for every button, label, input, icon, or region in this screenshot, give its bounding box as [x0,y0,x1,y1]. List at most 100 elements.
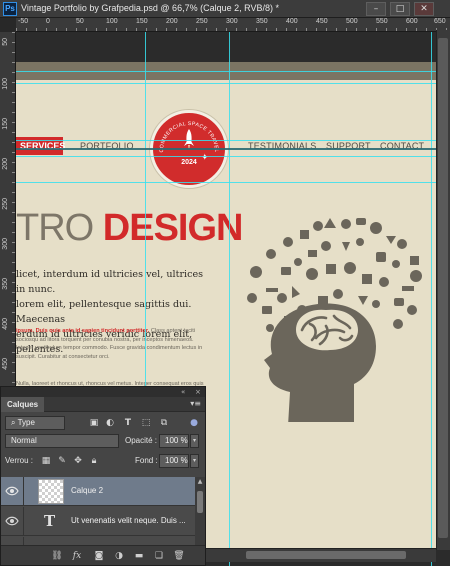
layers-list: Calque 2 T Ut venenatis velit neque. Dui… [1,477,195,545]
visibility-eye-icon[interactable] [5,515,19,527]
collapse-panel-button[interactable]: « [181,387,185,397]
filter-pixel-icon[interactable]: ▣ [89,418,99,428]
layer-row-text[interactable]: T Ut venenatis velit neque. Duis ... [1,507,195,536]
guide-vertical[interactable] [431,32,432,566]
group-folder-icon[interactable]: ▬ [133,550,145,562]
lock-label: Verrou : [5,456,34,465]
ruler-label: 50 [2,38,9,46]
guide-horizontal[interactable] [16,156,450,157]
ruler-label: 100 [2,78,9,90]
fill-label: Fond : [135,456,158,465]
layer-row-text-2[interactable]: T ... [1,537,195,545]
layer-thumbnail [38,479,64,504]
filter-smart-object-icon[interactable]: ⧉ [159,418,169,428]
filter-adjustment-icon[interactable]: ◐ [105,418,115,428]
hero-heading: TRO DESIGN [16,207,244,250]
guide-horizontal[interactable] [16,71,450,72]
lock-position-icon[interactable]: ✥ [73,456,83,466]
horizontal-scroll-thumb[interactable] [246,551,406,559]
new-layer-icon[interactable]: ❏ [153,550,165,562]
guide-horizontal[interactable] [16,182,450,183]
filter-toggle-icon[interactable]: ● [189,418,199,428]
head-silhouette-illustration [247,218,422,422]
horizontal-ruler[interactable]: -50 0 50 100 150 200 250 300 350 400 450… [16,18,450,32]
ruler-label: -50 [18,18,29,25]
vertical-scroll-thumb[interactable] [438,38,448,538]
opacity-label: Opacité : [125,436,158,445]
layers-bottom-toolbar: ⛓ fx ◙ ◑ ▬ ❏ 🗑︎ [1,545,205,565]
panel-tab-bar: Calques ▾≡ [1,397,205,412]
guide-vertical[interactable] [229,32,230,566]
fx-icon[interactable]: fx [71,550,83,562]
ruler-label: 0 [46,18,50,25]
lock-image-icon[interactable]: ✎ [57,456,67,466]
panel-menu-icon[interactable]: ▾≡ [190,399,201,408]
ruler-label: 450 [2,358,9,370]
scroll-up-arrow-icon[interactable]: ▲ [196,478,204,486]
tab-layers[interactable]: Calques [1,397,45,412]
minimize-button[interactable]: – [366,2,386,16]
document-tab-title[interactable]: Vintage Portfolio by Grafpedia.psd @ 66,… [21,3,279,13]
filter-row: ⌕ Type ▣ ◐ T ⬚ ⧉ ● [1,415,205,431]
guide-horizontal[interactable] [16,140,450,141]
fill-dropdown-button[interactable]: ▾ [190,454,199,468]
sparkle-icon: ✦ [201,153,209,163]
lock-all-icon[interactable]: 🔒︎ [89,456,99,466]
opacity-dropdown-button[interactable]: ▾ [190,434,199,448]
lock-transparency-icon[interactable]: ▦ [41,456,51,466]
ruler-label: 650 [434,18,446,25]
ruler-label: 300 [2,238,9,250]
intro-line: licet, interdum id ultricies vel, ultric… [16,269,204,295]
guide-horizontal[interactable] [16,83,450,84]
filter-shape-icon[interactable]: ⬚ [141,418,151,428]
trash-icon[interactable]: 🗑︎ [173,550,185,562]
badge-year: 2024 [181,159,197,166]
blend-mode-value: Normal [11,436,37,445]
ruler-label: 350 [2,278,9,290]
ruler-label: 200 [2,158,9,170]
layer-row-calque-2[interactable]: Calque 2 [1,477,195,506]
layers-panel: « × Calques ▾≡ ⌕ Type ▣ ◐ T ⬚ ⧉ ● Normal… [0,386,206,566]
body-highlight: ipsum. Duis quis ante id sapien tincidun… [16,328,150,334]
body-paragraph-1: ipsum. Duis quis ante id sapien tincidun… [16,327,206,361]
ruler-label: 200 [166,18,178,25]
hero-heading-bold: DESIGN [102,207,244,249]
panel-header-strip: « × [1,387,205,397]
hero-heading-light: TRO [16,207,103,249]
ruler-label: 550 [376,18,388,25]
layer-filter-select[interactable]: ⌕ Type [5,416,65,430]
layer-name[interactable]: Ut venenatis velit neque. Duis ... [71,516,186,525]
ruler-label: 350 [256,18,268,25]
guide-horizontal[interactable] [16,148,450,150]
ruler-label: 100 [106,18,118,25]
layers-scroll-thumb[interactable] [197,491,203,513]
ruler-label: 400 [286,18,298,25]
blend-row: Normal Opacité : 100 % ▾ [1,433,205,449]
photoshop-app-icon: Ps [3,2,17,16]
close-panel-button[interactable]: × [195,387,201,397]
lock-row: Verrou : ▦ ✎ ✥ 🔒︎ Fond : 100 % ▾ [1,453,205,469]
ruler-label: 300 [226,18,238,25]
filter-type-label: Type [17,418,35,427]
adjustment-icon[interactable]: ◑ [113,550,125,562]
intro-line: lorem elit, pellentesque sagittis dui. M… [16,299,192,325]
photoshop-window: Ps Vintage Portfolio by Grafpedia.psd @ … [0,0,450,566]
mask-icon[interactable]: ◙ [93,550,105,562]
layer-name[interactable]: Calque 2 [71,486,103,495]
close-button[interactable]: ✕ [414,2,434,16]
row-separator [23,507,24,536]
visibility-eye-icon[interactable] [5,485,19,497]
blend-mode-select[interactable]: Normal [5,434,119,448]
maximize-button[interactable]: □ [390,2,410,16]
ruler-label: 450 [316,18,328,25]
ruler-label: 250 [196,18,208,25]
ruler-label: 250 [2,198,9,210]
ruler-label: 500 [346,18,358,25]
link-icon[interactable]: ⛓ [51,550,63,562]
ruler-label: 150 [136,18,148,25]
ruler-label: 400 [2,318,9,330]
row-separator [23,477,24,506]
fill-input[interactable]: 100 % [159,454,189,468]
filter-text-icon[interactable]: T [123,418,133,428]
opacity-input[interactable]: 100 % [159,434,189,448]
